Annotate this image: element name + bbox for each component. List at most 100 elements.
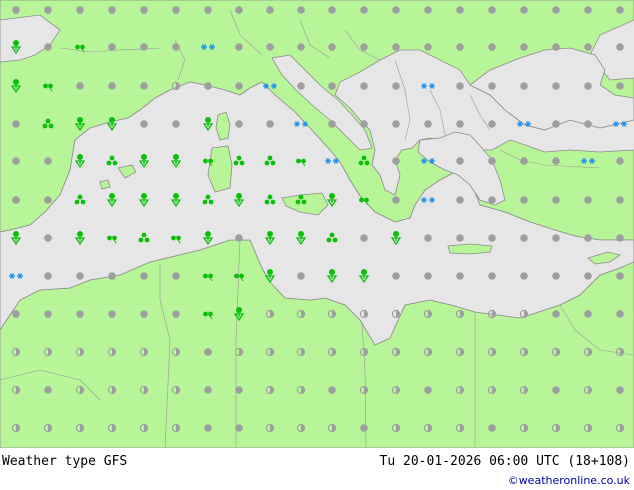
dry-dot-icon xyxy=(235,424,243,432)
dry-dot-icon xyxy=(392,82,400,90)
dry-dot-icon xyxy=(616,196,624,204)
dry-dot-icon xyxy=(392,6,400,14)
dry-dot-icon xyxy=(456,43,464,51)
dry-dot-icon xyxy=(76,6,84,14)
dry-dot-icon xyxy=(488,43,496,51)
dry-dot-icon xyxy=(616,82,624,90)
dry-dot-icon xyxy=(424,234,432,242)
dry-dot-icon xyxy=(552,120,560,128)
dry-dot-icon xyxy=(140,120,148,128)
dry-dot-icon xyxy=(456,234,464,242)
dry-dot-icon xyxy=(584,43,592,51)
dry-dot-icon xyxy=(12,120,20,128)
dry-dot-icon xyxy=(488,234,496,242)
dry-dot-icon xyxy=(140,82,148,90)
island-crete xyxy=(447,243,493,255)
dry-dot-icon xyxy=(456,157,464,165)
dry-dot-icon xyxy=(616,43,624,51)
dry-dot-icon xyxy=(140,272,148,280)
dry-dot-icon xyxy=(520,6,528,14)
dry-dot-icon xyxy=(328,82,336,90)
island-balearic-ibiza xyxy=(99,179,111,190)
dry-dot-icon xyxy=(235,82,243,90)
dry-dot-icon xyxy=(456,272,464,280)
dry-dot-icon xyxy=(235,6,243,14)
dry-dot-icon xyxy=(108,6,116,14)
dry-dot-icon xyxy=(488,196,496,204)
dry-dot-icon xyxy=(328,120,336,128)
dry-dot-icon xyxy=(552,234,560,242)
dry-dot-icon xyxy=(44,272,52,280)
dry-dot-icon xyxy=(488,6,496,14)
dry-dot-icon xyxy=(552,157,560,165)
dry-dot-icon xyxy=(584,196,592,204)
dry-dot-icon xyxy=(12,196,20,204)
dry-dot-icon xyxy=(488,424,496,432)
dry-dot-icon xyxy=(204,386,212,394)
dry-dot-icon xyxy=(172,272,180,280)
dry-dot-icon xyxy=(204,6,212,14)
dry-dot-icon xyxy=(297,6,305,14)
dry-dot-icon xyxy=(235,386,243,394)
dry-dot-icon xyxy=(584,120,592,128)
dry-dot-icon xyxy=(172,6,180,14)
dry-dot-icon xyxy=(297,272,305,280)
credit-link[interactable]: ©weatheronline.co.uk xyxy=(508,474,630,487)
dry-dot-icon xyxy=(520,43,528,51)
map-title: Weather type GFS xyxy=(2,454,128,469)
dry-dot-icon xyxy=(328,6,336,14)
dry-dot-icon xyxy=(552,43,560,51)
dry-dot-icon xyxy=(360,424,368,432)
dry-dot-icon xyxy=(424,120,432,128)
dry-dot-icon xyxy=(297,43,305,51)
dry-dot-icon xyxy=(584,310,592,318)
dry-dot-icon xyxy=(616,272,624,280)
dry-dot-icon xyxy=(108,310,116,318)
dry-dot-icon xyxy=(108,43,116,51)
dry-dot-icon xyxy=(616,234,624,242)
dry-dot-icon xyxy=(140,310,148,318)
dry-dot-icon xyxy=(424,386,432,394)
dry-dot-icon xyxy=(552,310,560,318)
dry-dot-icon xyxy=(140,43,148,51)
dry-dot-icon xyxy=(616,6,624,14)
dry-dot-icon xyxy=(44,196,52,204)
dry-dot-icon xyxy=(520,196,528,204)
dry-dot-icon xyxy=(456,82,464,90)
dry-dot-icon xyxy=(424,272,432,280)
dry-dot-icon xyxy=(44,6,52,14)
dry-dot-icon xyxy=(552,196,560,204)
dry-dot-icon xyxy=(204,82,212,90)
dry-dot-icon xyxy=(520,272,528,280)
map-timestamp: Tu 20-01-2026 06:00 UTC (18+108) xyxy=(379,454,630,469)
dry-dot-icon xyxy=(392,120,400,128)
dry-dot-icon xyxy=(172,43,180,51)
dry-dot-icon xyxy=(44,157,52,165)
dry-dot-icon xyxy=(584,272,592,280)
dry-dot-icon xyxy=(552,6,560,14)
dry-dot-icon xyxy=(520,234,528,242)
dry-dot-icon xyxy=(204,348,212,356)
dry-dot-icon xyxy=(424,43,432,51)
dry-dot-icon xyxy=(488,120,496,128)
dry-dot-icon xyxy=(392,43,400,51)
dry-dot-icon xyxy=(328,43,336,51)
dry-dot-icon xyxy=(76,310,84,318)
dry-dot-icon xyxy=(360,82,368,90)
map-footer: Weather type GFS Tu 20-01-2026 06:00 UTC… xyxy=(0,448,634,490)
dry-dot-icon xyxy=(266,120,274,128)
dry-dot-icon xyxy=(520,157,528,165)
dry-dot-icon xyxy=(12,310,20,318)
dry-dot-icon xyxy=(76,82,84,90)
dry-dot-icon xyxy=(235,120,243,128)
dry-dot-icon xyxy=(424,6,432,14)
dry-dot-icon xyxy=(360,120,368,128)
dry-dot-icon xyxy=(456,6,464,14)
dry-dot-icon xyxy=(204,424,212,432)
dry-dot-icon xyxy=(584,6,592,14)
dry-dot-icon xyxy=(44,386,52,394)
dry-dot-icon xyxy=(520,82,528,90)
dry-dot-icon xyxy=(328,386,336,394)
dry-dot-icon xyxy=(584,82,592,90)
dry-dot-icon xyxy=(12,157,20,165)
